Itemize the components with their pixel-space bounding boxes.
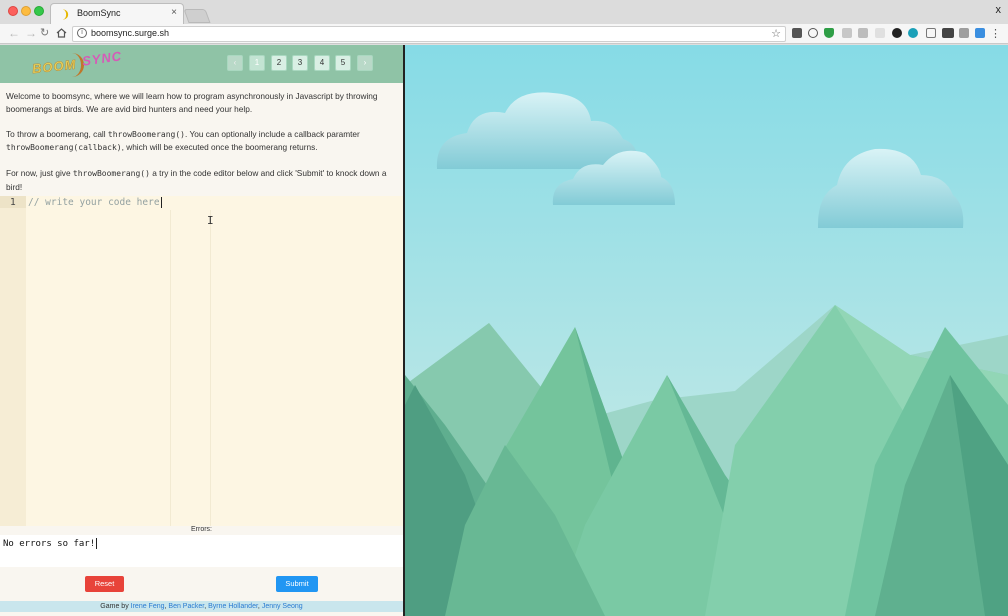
submit-button[interactable]: Submit [276, 576, 318, 592]
teal-extension-icon[interactable] [908, 28, 918, 38]
intro-text: . You can optionally include a callback … [184, 128, 360, 139]
pocket-extension-icon[interactable] [792, 28, 802, 38]
menu-dots-icon[interactable]: ⋮ [990, 27, 1001, 40]
password-extension-icon[interactable] [808, 28, 818, 38]
errors-output[interactable]: No errors so far! [0, 535, 403, 567]
page-button-1[interactable]: 1 [249, 55, 265, 71]
tab-close-icon[interactable]: × [171, 7, 177, 18]
boomsync-logo: BOOM SYNC [30, 48, 130, 81]
intro-text: For now, just give [6, 168, 73, 178]
window-close-icon[interactable]: x [996, 4, 1002, 16]
grid-extension-icon[interactable] [842, 28, 852, 38]
cast-extension-icon[interactable] [926, 28, 936, 38]
instructions-panel: BOOM SYNC ‹ 1 2 3 4 5 › Welcome to booms… [0, 45, 403, 616]
errors-label: Errors: [191, 526, 212, 533]
intro-paragraph-2: To throw a boomerang, call throwBoomeran… [6, 128, 398, 155]
game-canvas[interactable] [405, 45, 1008, 616]
next-page-button[interactable]: › [357, 55, 373, 71]
author-link[interactable]: Jenny Seong [262, 603, 303, 610]
boomerang-favicon-icon: ❩ [61, 9, 71, 21]
intro-text: , which will be executed once the boomer… [121, 142, 318, 152]
author-link[interactable]: Byrne Hollander [208, 603, 258, 610]
screen-extension-icon[interactable] [942, 28, 954, 38]
back-arrow-icon[interactable]: ← [8, 26, 20, 40]
window-close-dot[interactable] [8, 6, 18, 16]
line-number: 1 [10, 197, 16, 208]
forward-arrow-icon[interactable]: → [25, 26, 37, 40]
footer-credits: Game by Irene Feng, Ben Packer, Byrne Ho… [0, 601, 403, 612]
text-caret [160, 197, 162, 208]
editor-gutter [0, 196, 26, 526]
page-button-4[interactable]: 4 [314, 55, 330, 71]
address-bar[interactable]: i boomsync.surge.sh ☆ [72, 26, 786, 42]
tab-title: BoomSync [77, 8, 121, 18]
page-button-2[interactable]: 2 [271, 55, 287, 71]
author-link[interactable]: Ben Packer [168, 603, 204, 610]
code-editor[interactable]: 1 // write your code here I [0, 196, 403, 526]
browser-tabstrip: ❩ BoomSync × x [0, 0, 1008, 24]
shield-extension-icon[interactable] [824, 28, 834, 38]
code-snippet: throwBoomerang(callback) [6, 143, 122, 152]
code-snippet: throwBoomerang() [107, 129, 185, 139]
code-line-1[interactable]: // write your code here [28, 197, 162, 208]
prev-page-button[interactable]: ‹ [227, 55, 243, 71]
code-snippet: throwBoomerang() [72, 169, 150, 178]
browser-tab[interactable]: ❩ BoomSync × [50, 3, 184, 24]
info-icon[interactable]: i [77, 28, 87, 38]
intro-paragraph-1: Welcome to boomsync, where we will learn… [6, 91, 378, 114]
home-icon[interactable] [56, 27, 67, 41]
dark-extension-icon[interactable] [892, 28, 902, 38]
author-link[interactable]: Irene Feng [131, 603, 165, 610]
blank-extension-icon[interactable] [875, 28, 885, 38]
logo-sync-text: SYNC [81, 48, 123, 69]
errors-message: No errors so far! [3, 539, 96, 549]
app-header: BOOM SYNC ‹ 1 2 3 4 5 › [0, 45, 403, 83]
megaphone-extension-icon[interactable] [975, 28, 985, 38]
ibeam-cursor-icon: I [207, 214, 214, 227]
game-scene [405, 45, 1008, 616]
h-extension-icon[interactable] [858, 28, 868, 38]
bookmark-star-icon[interactable]: ☆ [771, 27, 781, 40]
intro-text: To throw a boomerang, call [6, 128, 108, 139]
address-url: boomsync.surge.sh [91, 28, 170, 38]
indent-guide [170, 210, 171, 526]
new-tab-button[interactable] [183, 9, 211, 23]
page-button-5[interactable]: 5 [335, 55, 351, 71]
doc-extension-icon[interactable] [959, 28, 969, 38]
errors-text: No errors so far! [3, 538, 98, 549]
window-zoom-dot[interactable] [34, 6, 44, 16]
indent-guide [210, 210, 211, 526]
text-caret [96, 538, 98, 549]
reload-icon[interactable]: ↻ [40, 26, 49, 40]
browser-toolbar: ← → ↻ i boomsync.surge.sh ☆ ⋮ [0, 24, 1008, 44]
intro-paragraph-3: For now, just give throwBoomerang() a tr… [6, 167, 398, 193]
page-button-3[interactable]: 3 [292, 55, 308, 71]
reset-button[interactable]: Reset [85, 576, 124, 592]
footer-prefix: Game by [100, 603, 131, 610]
instructions-text: Welcome to boomsync, where we will learn… [6, 90, 398, 206]
window-minimize-dot[interactable] [21, 6, 31, 16]
code-comment: // write your code here [28, 197, 160, 208]
